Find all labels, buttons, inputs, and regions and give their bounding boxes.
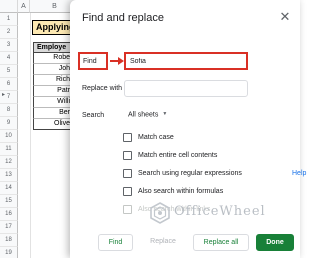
dropdown-caret-icon: ▼ bbox=[162, 111, 168, 117]
replace-all-button[interactable]: Replace all bbox=[193, 234, 249, 251]
row-header[interactable]: 5 bbox=[0, 65, 18, 78]
close-icon[interactable]: ✕ bbox=[278, 10, 292, 24]
search-formulas-checkbox[interactable] bbox=[123, 187, 132, 196]
row-header[interactable]: 8 bbox=[0, 104, 18, 117]
row-header[interactable]: 10 bbox=[0, 130, 18, 143]
row-header[interactable]: 18 bbox=[0, 234, 18, 247]
find-input[interactable] bbox=[124, 52, 248, 70]
row-header[interactable]: 16 bbox=[0, 208, 18, 221]
column-header-a[interactable]: A bbox=[18, 0, 30, 13]
row-header[interactable]: 11 bbox=[0, 143, 18, 156]
find-label: Find bbox=[83, 58, 97, 65]
row-header[interactable]: 14 bbox=[0, 182, 18, 195]
find-button[interactable]: Find bbox=[98, 234, 133, 251]
employee-name-cell[interactable]: Robe bbox=[33, 53, 73, 64]
employee-name-cell[interactable]: Olive bbox=[33, 119, 73, 130]
replace-button[interactable]: Replace bbox=[143, 234, 183, 251]
find-and-replace-dialog: Find and replace ✕ Find Replace with Sea… bbox=[70, 0, 306, 258]
dialog-title: Find and replace bbox=[82, 12, 164, 24]
match-entire-cell-label: Match entire cell contents bbox=[138, 152, 218, 159]
search-scope-value: All sheets bbox=[128, 111, 159, 119]
regex-label: Search using regular expressions bbox=[138, 170, 242, 177]
employee-name-cell[interactable]: Ber bbox=[33, 108, 73, 119]
watermark-text: OfficeWheel bbox=[174, 204, 266, 219]
row-header[interactable]: 1 bbox=[0, 13, 18, 26]
row-header[interactable]: 6 bbox=[0, 78, 18, 91]
search-label: Search bbox=[82, 112, 105, 119]
employee-name-cell[interactable]: Willi bbox=[33, 97, 73, 108]
employee-name-cell[interactable]: Rich bbox=[33, 75, 73, 86]
done-button[interactable]: Done bbox=[256, 234, 294, 251]
regex-checkbox[interactable] bbox=[123, 169, 132, 178]
match-case-label: Match case bbox=[138, 134, 174, 141]
row-header[interactable]: 3 bbox=[0, 39, 18, 52]
employee-name-cell[interactable]: Joh bbox=[33, 64, 73, 75]
row-header[interactable]: 15 bbox=[0, 195, 18, 208]
row-header[interactable]: 9 bbox=[0, 117, 18, 130]
row-header[interactable]: 19 bbox=[0, 247, 18, 258]
corner-cell[interactable] bbox=[0, 0, 18, 13]
replace-with-input[interactable] bbox=[124, 80, 248, 97]
regex-help-link[interactable]: Help bbox=[292, 169, 306, 179]
search-formulas-label: Also search within formulas bbox=[138, 188, 224, 195]
search-scope-dropdown[interactable]: All sheets ▼ bbox=[124, 107, 170, 122]
replace-with-label: Replace with bbox=[82, 85, 123, 92]
row-group-arrow-icon[interactable]: ▸ bbox=[2, 91, 5, 98]
row-header[interactable]: 4 bbox=[0, 52, 18, 65]
employee-header-cell[interactable]: Employe bbox=[33, 42, 73, 53]
officewheel-logo-icon bbox=[150, 202, 170, 224]
row-header[interactable]: 12 bbox=[0, 156, 18, 169]
row-header[interactable]: 2 bbox=[0, 26, 18, 39]
row-header[interactable]: 17 bbox=[0, 221, 18, 234]
gridline bbox=[30, 13, 31, 258]
search-links-checkbox bbox=[123, 205, 132, 214]
match-entire-cell-checkbox[interactable] bbox=[123, 151, 132, 160]
match-case-checkbox[interactable] bbox=[123, 133, 132, 142]
row-header[interactable]: 13 bbox=[0, 169, 18, 182]
employee-name-cell[interactable]: Patr bbox=[33, 86, 73, 97]
